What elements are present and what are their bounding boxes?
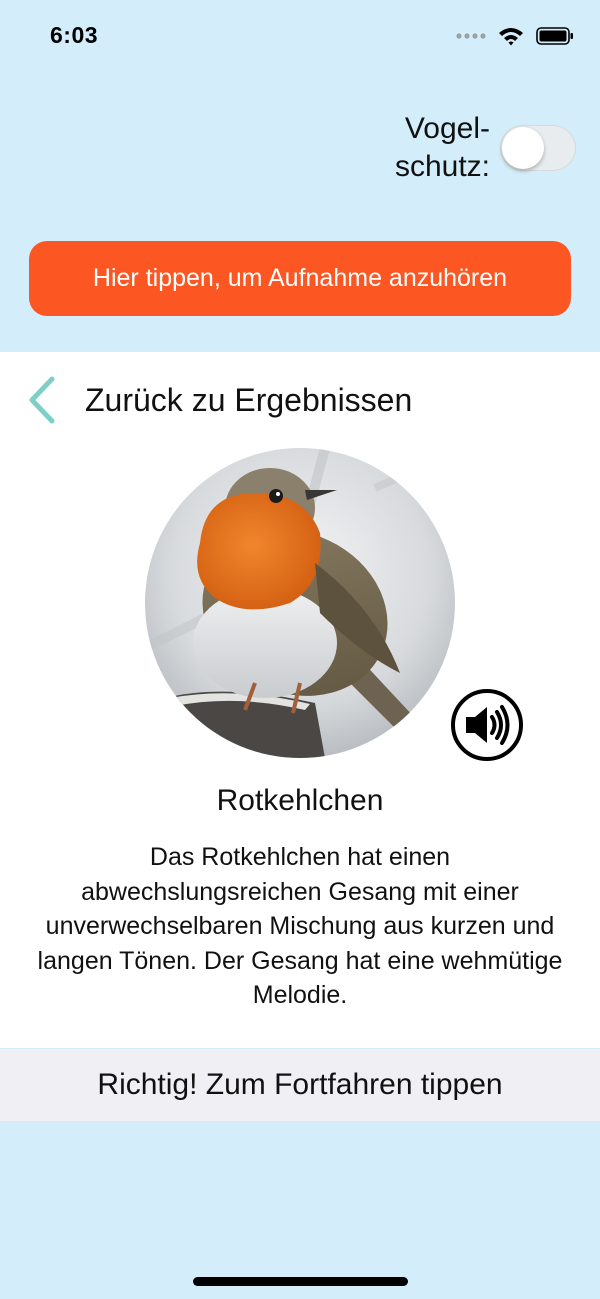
toggle-knob [502, 127, 544, 169]
continue-button[interactable]: Richtig! Zum Fortfahren tippen [0, 1049, 600, 1121]
wifi-icon [499, 28, 523, 46]
bird-protection-toggle[interactable] [500, 125, 576, 171]
chevron-left-icon [29, 376, 55, 424]
bird-photo [145, 448, 455, 758]
home-indicator[interactable] [193, 1277, 408, 1286]
bird-protection-setting: Vogel- schutz: [395, 110, 576, 186]
bird-name: Rotkehlchen [216, 784, 384, 817]
bird-protection-label: Vogel- schutz: [394, 112, 490, 183]
bird-detail-card: Zurück zu Ergebnissen Rotkehlchen Das Ro… [0, 352, 600, 1048]
status-time: 6:03 [50, 22, 99, 48]
play-recording-button[interactable]: Hier tippen, um Aufnahme anzuhören [29, 241, 571, 316]
speaker-icon[interactable] [450, 688, 524, 762]
status-bar: 6:03 [0, 0, 600, 75]
back-to-results-button[interactable]: Zurück zu Ergebnissen [0, 372, 600, 430]
back-label: Zurück zu Ergebnissen [85, 382, 413, 418]
battery-icon [536, 27, 573, 45]
signal-dots-icon [456, 33, 486, 39]
bird-description: Das Rotkehlchen hat einen abwechslungsre… [37, 843, 563, 1009]
status-icons [456, 26, 574, 46]
